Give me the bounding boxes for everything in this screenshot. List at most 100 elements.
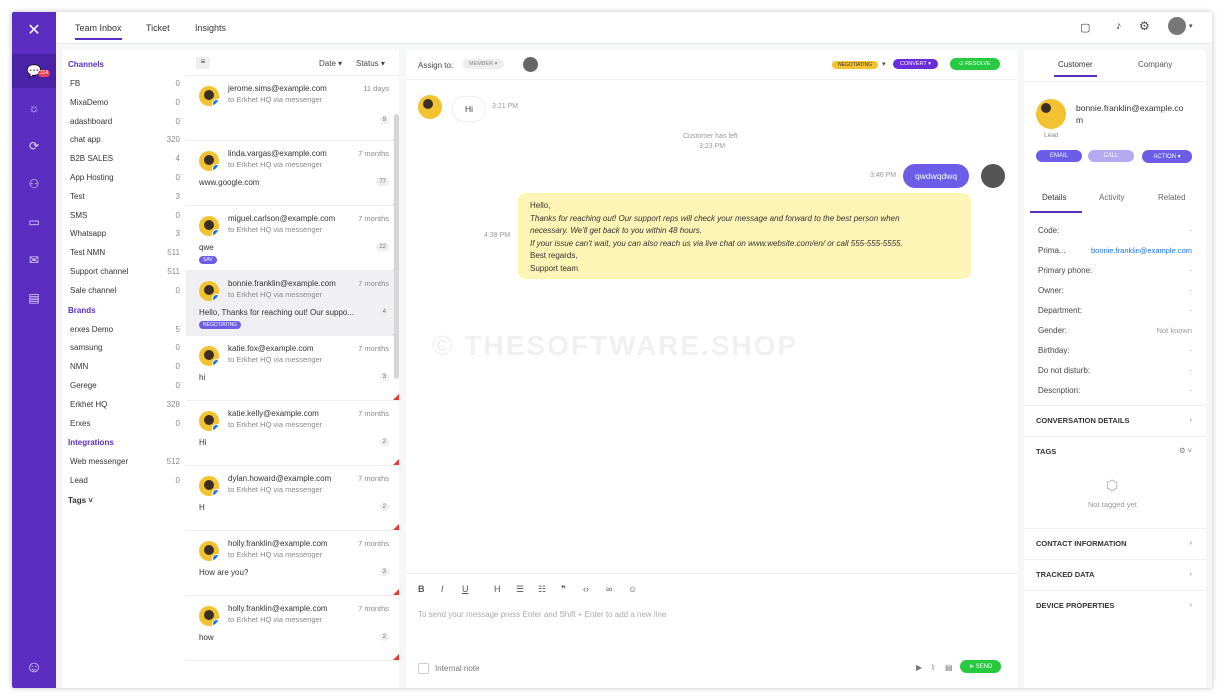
message-preview: www.google.com [199,178,260,187]
conversation-item[interactable]: dylan.howard@example.com to Erkhet HQ via… [186,466,399,531]
message-time: 11 days [363,84,389,93]
brand-item[interactable]: Erxes 0 [70,419,180,428]
inbox-icon[interactable]: 💬 114 [12,54,56,88]
conversation-item[interactable]: bonnie.franklin@example.com to Erkhet HQ … [186,271,399,336]
channel-item[interactable]: MixaDemo 0 [70,98,180,107]
quote-icon[interactable]: ❞ [561,584,566,595]
bot-icon[interactable]: ☺ [24,658,44,678]
clipboard-icon[interactable]: ▢ [1080,21,1090,34]
chevron-right-icon: › [1189,569,1193,578]
filter-icon[interactable]: ≡ [196,57,210,69]
status-filter[interactable]: Status ▾ [356,59,385,68]
brand-item-count: 0 [175,418,180,428]
subtab-related[interactable]: Related [1158,193,1186,202]
tab-team-inbox[interactable]: Team Inbox [75,23,122,40]
tab-ticket[interactable]: Ticket [146,23,170,33]
tag-chevron-icon[interactable]: ▾ [882,60,886,68]
tags-header[interactable]: Tags ˅ [68,496,93,505]
channel-item[interactable]: Whatsapp 3 [70,229,180,238]
user-avatar[interactable] [1168,17,1186,35]
channel-item-label: Test [70,191,85,201]
tab-insights[interactable]: Insights [195,23,226,33]
heading-icon[interactable]: H [494,584,501,594]
book-icon[interactable]: ▤ [24,288,44,308]
channel-item[interactable]: Support channel 511 [70,267,180,276]
tab-customer[interactable]: Customer [1054,60,1097,77]
channel-item[interactable]: adashboard 0 [70,117,180,126]
message-input[interactable]: To send your message press Enter and Shi… [418,610,666,619]
convert-button[interactable]: CONVERT ▾ [893,59,938,69]
subtab-details[interactable]: Details [1042,193,1066,202]
chevron-down-icon[interactable]: ▾ [1189,22,1193,30]
action-button[interactable]: ACTION ▾ [1142,150,1192,163]
contact-avatar [199,86,219,106]
channel-item[interactable]: B2B SALES 4 [70,154,180,163]
channel-item[interactable]: SMS 0 [70,211,180,220]
detail-field: Prima... bonnie.franklin@example.com [1038,246,1192,255]
refresh-icon[interactable]: ⟳ [24,136,44,156]
list-scrollbar[interactable] [394,114,399,379]
channels-header[interactable]: Channels [68,60,104,69]
brands-header[interactable]: Brands [68,306,96,315]
integrations-header[interactable]: Integrations [68,438,114,447]
conversation-item[interactable]: katie.fox@example.com to Erkhet HQ via me… [186,336,399,401]
assignee-avatar[interactable] [523,57,538,72]
message-preview: qwe [199,243,214,252]
conversation-item[interactable]: holly.franklin@example.com to Erkhet HQ v… [186,531,399,596]
channel-item[interactable]: FB 0 [70,79,180,88]
tab-company[interactable]: Company [1138,60,1172,69]
channel-item[interactable]: Test 3 [70,192,180,201]
conversation-item[interactable]: linda.vargas@example.com to Erkhet HQ via… [186,141,399,206]
member-select[interactable]: MEMBER ▾ [462,59,505,69]
section-contact-information[interactable]: CONTACT INFORMATION › [1024,528,1206,558]
italic-icon[interactable]: I [441,584,444,594]
bullet-list-icon[interactable]: ☰ [516,584,524,595]
resolve-button[interactable]: ⊙ RESOLVE [950,58,1000,70]
emoji-icon[interactable]: ☺ [628,584,637,594]
date-sort[interactable]: Date ▾ [319,59,342,68]
integration-item[interactable]: Lead 0 [70,476,180,485]
lightbulb-icon[interactable]: ☼ [24,98,44,118]
brand-item[interactable]: Gerege 0 [70,381,180,390]
field-value[interactable]: bonnie.franklin@example.com [1091,246,1192,255]
call-button[interactable]: CALL [1088,150,1134,162]
template-icon[interactable]: ▤ [945,663,953,672]
brand-item[interactable]: erxes Demo 5 [70,325,180,334]
bell-icon[interactable]: ♪ [1116,20,1122,32]
internal-note-checkbox[interactable] [418,663,429,674]
ordered-list-icon[interactable]: ☷ [538,584,546,595]
brand-item-count: 5 [175,324,180,334]
attach-icon[interactable]: ⌇ [931,663,935,672]
section-tracked-data[interactable]: TRACKED DATA › [1024,559,1206,589]
underline-icon[interactable]: U [462,584,469,594]
conversation-item[interactable]: jerome.sims@example.com to Erkhet HQ via … [186,76,399,141]
conversation-item[interactable]: miguel.carlson@example.com to Erkhet HQ v… [186,206,399,271]
brand-item[interactable]: NMN 0 [70,362,180,371]
section-conversation-details[interactable]: CONVERSATION DETAILS › [1024,405,1206,435]
video-icon[interactable]: ▶ [916,663,922,672]
megaphone-icon[interactable]: ✉ [24,250,44,270]
section-tags[interactable]: TAGS ⚙ ˅ [1024,436,1206,466]
channel-item[interactable]: Sale channel 0 [70,286,180,295]
channel-item[interactable]: App Hosting 0 [70,173,180,182]
bold-icon[interactable]: B [418,584,425,594]
subtab-activity[interactable]: Activity [1099,193,1124,202]
email-button[interactable]: EMAIL [1036,150,1082,162]
channel-item[interactable]: chat app 320 [70,135,180,144]
message-count: 2 [379,503,389,511]
send-button[interactable]: ➤ SEND [960,660,1002,673]
laptop-icon[interactable]: ▭ [24,212,44,232]
gear-icon[interactable]: ⚙ [1139,19,1150,33]
negotiating-tag[interactable]: NEGOTIATING [832,61,879,69]
section-device-properties[interactable]: DEVICE PROPERTIES › [1024,590,1206,620]
integration-item[interactable]: Web messenger 512 [70,457,180,466]
code-icon[interactable]: ‹› [583,584,589,594]
brand-item[interactable]: Erkhet HQ 328 [70,400,180,409]
conversation-item[interactable]: katie.kelly@example.com to Erkhet HQ via … [186,401,399,466]
contacts-icon[interactable]: ⚇ [24,174,44,194]
message-preview: Hi [199,438,207,447]
channel-item[interactable]: Test NMN 511 [70,248,180,257]
conversation-item[interactable]: holly.franklin@example.com to Erkhet HQ v… [186,596,399,661]
brand-item[interactable]: samsung 0 [70,343,180,352]
link-icon[interactable]: ∞ [606,584,612,594]
